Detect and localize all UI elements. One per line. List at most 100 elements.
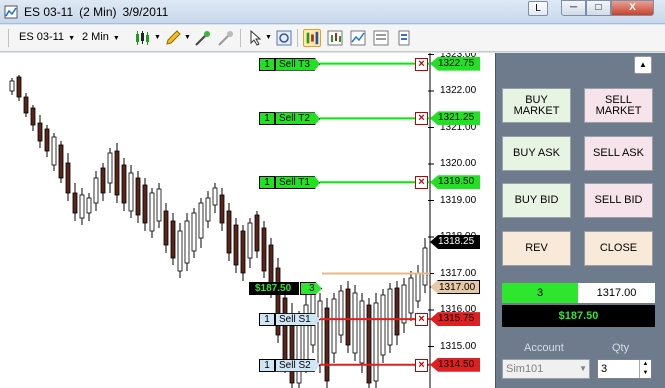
candle-body: [9, 80, 15, 92]
chevron-down-icon[interactable]: ▼: [265, 34, 272, 41]
data-series-icon[interactable]: [326, 29, 344, 47]
candle-body: [142, 184, 148, 224]
sell-bid-button[interactable]: SELL BID: [584, 183, 653, 218]
candle-body: [86, 197, 92, 214]
order-name-tag[interactable]: Sell S2: [275, 358, 320, 372]
candle-body: [240, 230, 246, 274]
candle-body: [23, 96, 29, 114]
chart-app-icon: [4, 5, 18, 19]
chevron-down-icon[interactable]: ▼: [184, 34, 191, 41]
increment-icon[interactable]: ▲: [639, 360, 651, 369]
order-name-tag[interactable]: Sell T3: [275, 57, 320, 71]
order-price-marker: 1321.25: [430, 111, 480, 126]
candle-body: [65, 162, 71, 194]
candlestick-plot[interactable]: [0, 53, 495, 388]
candle-body: [408, 277, 414, 314]
qty-label: Qty: [612, 342, 630, 354]
order-name-tag[interactable]: Sell S1: [275, 313, 320, 327]
interval-selector[interactable]: 2 Min ▼: [82, 31, 120, 43]
price-chart[interactable]: 1323.001322.001321.001320.001319.001318.…: [0, 53, 495, 388]
chevron-down-icon[interactable]: ▼: [154, 34, 161, 41]
cursor-icon[interactable]: [247, 29, 265, 47]
chart-trader-panel: ▲ BUY MARKET SELL MARKET BUY ASK SELL ASK BUY …: [495, 53, 665, 388]
candle-body: [149, 192, 155, 232]
candle-body: [373, 302, 379, 382]
position-pnl-tag[interactable]: $187.50: [249, 282, 299, 295]
candle-body: [128, 172, 134, 212]
candle-body: [205, 197, 211, 222]
position-price-marker: 1317.00: [430, 280, 480, 294]
price-axis-label: 1320.00: [440, 158, 477, 169]
candle-body: [338, 290, 344, 336]
chevron-down-icon: ▼: [112, 35, 120, 42]
price-axis-label: 1319.00: [440, 194, 477, 206]
instrument-selector[interactable]: ES 03-11 ▼: [19, 31, 75, 43]
candle-body: [100, 167, 106, 194]
rev-button[interactable]: REV: [502, 231, 571, 266]
candle-body: [37, 122, 43, 142]
remove-indicator-icon[interactable]: [217, 29, 235, 47]
sell-ask-button[interactable]: SELL ASK: [584, 136, 653, 171]
title-instrument: ES 03-11: [24, 5, 74, 19]
candle-body: [394, 287, 400, 336]
link-button[interactable]: L: [528, 1, 548, 16]
chevron-down-icon: ▼: [68, 35, 75, 42]
order-qty-tag[interactable]: 1: [259, 176, 275, 190]
instrument-label: ES 03-11: [19, 31, 65, 43]
order-qty-tag[interactable]: 1: [259, 313, 275, 327]
price-axis-label: 1317.00: [440, 267, 477, 279]
candle-body: [44, 128, 50, 152]
close-button[interactable]: X: [611, 0, 654, 16]
toolbar-separator: [240, 29, 241, 47]
candle-body: [184, 220, 190, 264]
buy-market-button[interactable]: BUY MARKET: [502, 88, 571, 123]
strategies-icon[interactable]: [372, 29, 390, 47]
chart-trader-icon[interactable]: [303, 29, 321, 47]
order-name-tag[interactable]: Sell T1: [275, 176, 320, 190]
candle-body: [191, 212, 197, 252]
minimize-button[interactable]: ─: [561, 0, 586, 16]
collapse-up-icon[interactable]: ▲: [634, 56, 652, 74]
cancel-order-icon[interactable]: ×: [415, 313, 428, 327]
cancel-order-icon[interactable]: ×: [415, 176, 428, 190]
cancel-order-icon[interactable]: ×: [415, 358, 428, 372]
order-qty-tag[interactable]: 1: [259, 57, 275, 71]
candle-body: [177, 230, 183, 272]
candle-body: [359, 300, 365, 364]
bar-type-icon[interactable]: [134, 29, 152, 47]
decrement-icon[interactable]: ▼: [639, 369, 651, 378]
sell-market-button[interactable]: SELL MARKET: [584, 88, 653, 123]
candle-body: [170, 220, 176, 259]
zoom-icon[interactable]: [275, 29, 293, 47]
candle-body: [135, 177, 141, 216]
chevron-down-icon: ▼: [579, 364, 587, 373]
order-qty-tag[interactable]: 1: [259, 112, 275, 126]
maximize-button[interactable]: □: [586, 0, 611, 16]
buy-ask-button[interactable]: BUY ASK: [502, 136, 571, 171]
candle-body: [16, 76, 22, 98]
interval-label: 2 Min: [82, 31, 109, 43]
order-name-tag[interactable]: Sell T2: [275, 112, 320, 126]
candle-body: [247, 222, 253, 259]
order-qty-tag[interactable]: 1: [259, 358, 275, 372]
account-dropdown[interactable]: Sim101 ▼: [502, 359, 590, 379]
candle-body: [114, 150, 120, 196]
cancel-order-icon[interactable]: ×: [415, 57, 428, 71]
candle-body: [233, 224, 239, 266]
candle-body: [380, 294, 386, 356]
order-price-marker: 1322.75: [430, 56, 480, 71]
price-axis-label: 1322.00: [440, 85, 477, 96]
pencil-icon[interactable]: [164, 29, 182, 47]
candle-body: [79, 194, 85, 219]
cancel-order-icon[interactable]: ×: [415, 112, 428, 126]
add-indicator-icon[interactable]: [194, 29, 212, 47]
price-axis-label: 1315.00: [440, 340, 477, 352]
candle-body: [352, 292, 358, 354]
candle-body: [212, 187, 218, 206]
close-button[interactable]: CLOSE: [584, 231, 653, 266]
properties-icon[interactable]: [395, 29, 413, 47]
title-bar: ES 03-11 (2 Min) 3/9/2011 L ─ □ X: [0, 0, 665, 24]
quantity-stepper[interactable]: 3 ▲ ▼: [597, 359, 652, 379]
buy-bid-button[interactable]: BUY BID: [502, 183, 571, 218]
indicators-icon[interactable]: [349, 29, 367, 47]
